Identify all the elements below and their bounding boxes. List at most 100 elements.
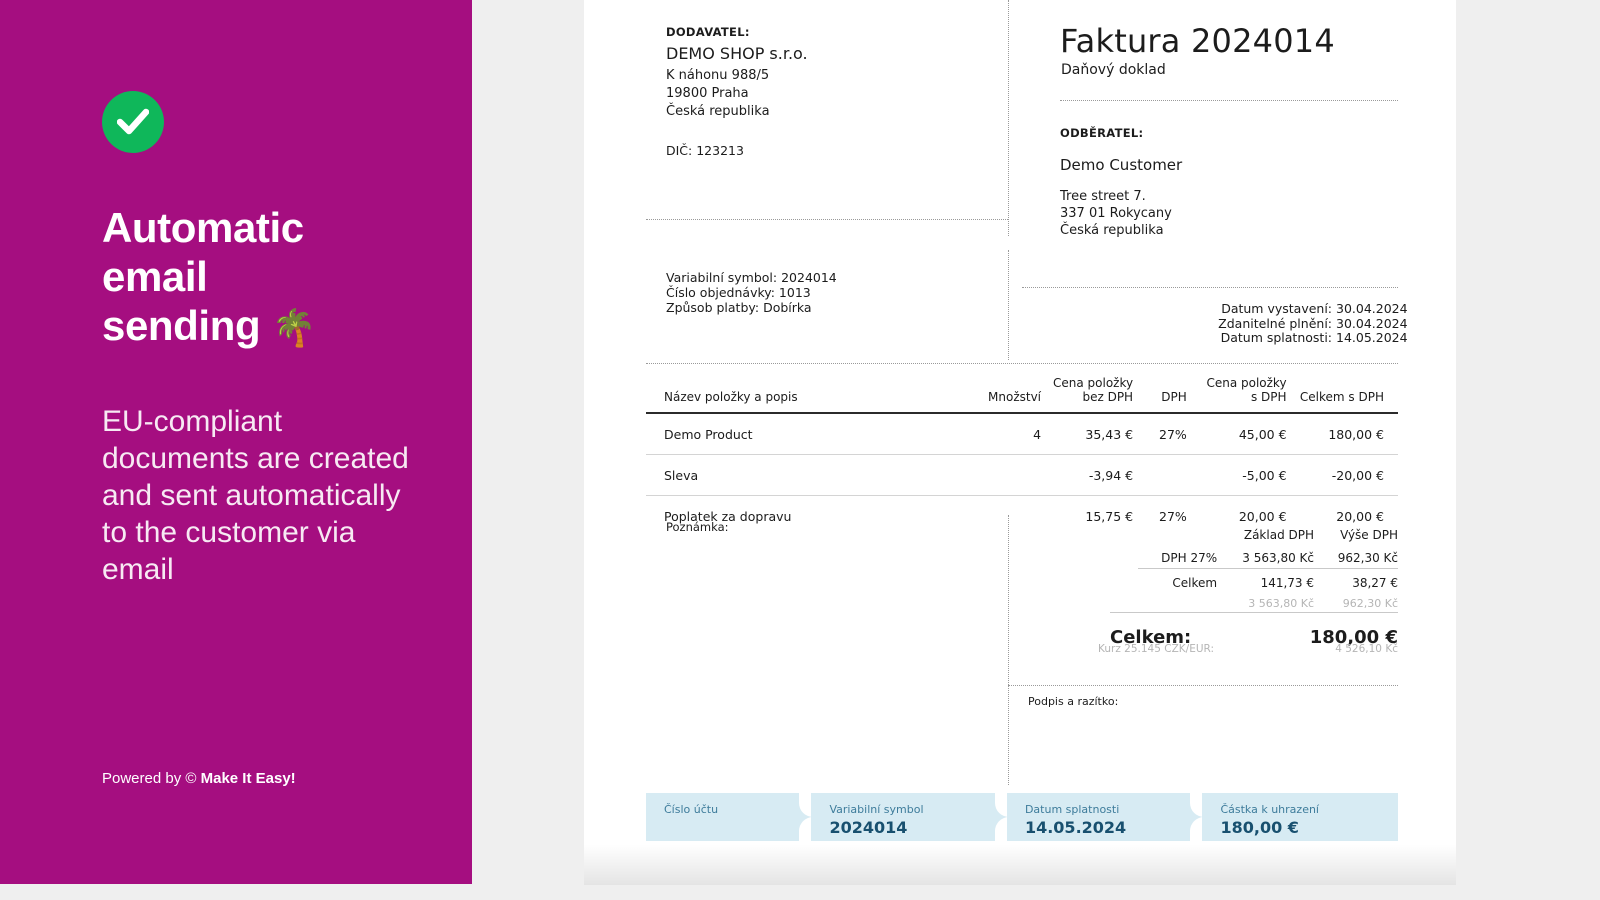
customer-city: 337 01 Rokycany [1060, 206, 1172, 221]
row-unit-net: 35,43 € [1045, 412, 1138, 455]
payment-chip-value: 2024014 [829, 818, 908, 837]
taxable-date-value: 30.04.2024 [1336, 315, 1408, 331]
vat-rate-amount: 962,30 Kč [1337, 551, 1398, 565]
invoice-subtitle: Daňový doklad [1061, 62, 1166, 78]
payment-meta-block: Variabilní symbol: 2024014 Číslo objedná… [666, 270, 837, 315]
invoice-title: Faktura 2024014 [1060, 22, 1335, 60]
vat-czk-base: 3 563,80 Kč [1248, 597, 1315, 610]
payment-chip-title: Variabilní symbol [829, 803, 924, 816]
vat-summary-header-row: Základ DPH Výše DPH [1138, 525, 1398, 548]
payment-footer-strip: Číslo účtu Variabilní symbol 2024014 Datum … [646, 793, 1398, 841]
vat-total-amount: 38,27 € [1314, 568, 1398, 593]
vat-rate-row: DPH 27% 3 563,80 Kč 962,30 Kč [1138, 548, 1398, 569]
note-label: Poznámka: [666, 520, 729, 534]
items-table: Název položky a popis Množství Cena polo… [646, 370, 1398, 536]
row-unit-net: 15,75 € [1085, 509, 1134, 524]
vat-rate-base: 3 563,80 Kč [1242, 551, 1315, 565]
exchange-rate-label: Kurz 25.145 CZK/EUR: [1098, 643, 1215, 655]
customer-country: Česká republika [1060, 223, 1164, 238]
promo-heading: Automatic email sending 🌴 [102, 203, 432, 352]
promo-footer: Powered by © Make It Easy! [102, 770, 296, 787]
row-item-name: Sleva [646, 454, 976, 496]
promo-heading-line3: sending [102, 302, 261, 349]
supplier-country: Česká republika [666, 104, 770, 119]
row-vat-rate: 27% [1137, 412, 1191, 455]
customer-block: ODBĚRATEL: Demo Customer Tree street 7. … [1060, 126, 1360, 239]
invoice-page: DODAVATEL: DEMO SHOP s.r.o. K náhonu 988… [584, 0, 1456, 872]
table-row: Sleva -3,94 € -5,00 € -20,00 € [646, 454, 1398, 496]
th-unit-net-line1: Cena položky [1053, 376, 1134, 390]
vat-col-blank [1138, 525, 1217, 548]
payment-chip-title: Číslo účtu [664, 803, 719, 816]
taxable-date-row: Zdanitelné plnění: 30.04.2024 [1218, 315, 1408, 332]
payment-chip-title: Datum splatnosti [1024, 803, 1120, 816]
vat-total-row: Celkem 141,73 € 38,27 € [1138, 568, 1398, 593]
row-unit-gross: 45,00 € [1190, 412, 1291, 455]
promo-footer-prefix: Powered by © [102, 770, 197, 787]
th-unit-gross-line1: Cena položky [1206, 376, 1287, 390]
payment-method-text: Způsob platby: Dobírka [666, 300, 812, 315]
th-item-name: Název položky a popis [664, 390, 798, 404]
checkmark-circle-icon [102, 91, 164, 153]
row-unit-gross: -5,00 € [1190, 454, 1291, 496]
supplier-label: DODAVATEL: [666, 25, 750, 39]
row-vat-rate [1137, 454, 1191, 496]
divider-above-signature [1008, 685, 1398, 686]
th-unit-net: Cena položky bez DPH [1045, 370, 1137, 413]
customer-label: ODBĚRATEL: [1060, 126, 1144, 140]
row-quantity [975, 454, 1046, 496]
vat-czk-amount: 962,30 Kč [1342, 597, 1398, 610]
vat-col-base: Základ DPH [1243, 528, 1315, 542]
exchange-rate-block: Kurz 25.145 CZK/EUR: 4 526,10 Kč [1098, 643, 1398, 655]
customer-street: Tree street 7. [1060, 189, 1146, 204]
row-quantity [976, 496, 1045, 537]
vat-total-label: Celkem [1138, 568, 1218, 593]
vat-total-base: 141,73 € [1217, 568, 1315, 593]
th-unit-gross: Cena položky s DPH [1191, 370, 1291, 413]
due-date-label: Datum splatnosti: [1220, 330, 1333, 345]
page-bottom-fade [584, 845, 1456, 885]
supplier-company: DEMO SHOP s.r.o. [666, 44, 808, 63]
taxable-date-label: Zdanitelné plnění: [1218, 315, 1333, 331]
th-total: Celkem s DPH [1299, 390, 1384, 404]
promo-heading-line3-row: sending 🌴 [102, 301, 432, 352]
payment-chip-value: 180,00 € [1220, 818, 1299, 837]
promo-footer-brand: Make It Easy! [200, 770, 296, 787]
divider-above-table [646, 363, 1398, 364]
items-table-header-row: Název položky a popis Množství Cena polo… [646, 370, 1398, 413]
due-date-value: 14.05.2024 [1336, 330, 1408, 345]
row-quantity: 4 [975, 412, 1046, 455]
supplier-street: K náhonu 988/5 [666, 68, 770, 83]
vat-col-amount: Výše DPH [1340, 528, 1398, 542]
supplier-tax-id: DIČ: 123213 [666, 143, 744, 158]
exchange-rate-value: 4 526,10 Kč [1335, 643, 1398, 655]
th-vat-rate: DPH [1161, 390, 1187, 404]
promo-body-text: EU-compliant documents are created and s… [102, 405, 409, 586]
payment-chip: Číslo účtu [646, 793, 814, 841]
th-quantity: Množství [988, 390, 1042, 404]
due-date-row: Datum splatnosti: 14.05.2024 [1218, 330, 1408, 346]
promo-heading-line2: email [102, 253, 208, 300]
divider-under-title [1060, 100, 1398, 101]
row-total: 180,00 € [1290, 412, 1398, 455]
th-unit-gross-line2: s DPH [1250, 390, 1287, 404]
customer-name: Demo Customer [1060, 156, 1183, 174]
vat-czk-row: 3 563,80 Kč 962,30 Kč [1138, 593, 1398, 613]
issue-date-label: Datum vystavení: [1221, 301, 1333, 316]
vat-summary-table: Základ DPH Výše DPH DPH 27% 3 563,80 Kč … [1138, 525, 1398, 613]
payment-chip-value: 14.05.2024 [1024, 818, 1127, 837]
vat-rate-label: DPH 27% [1161, 551, 1218, 565]
promo-heading-line1: Automatic [102, 204, 304, 251]
divider-vertical-mid [1008, 250, 1009, 360]
payment-chip: Částka k uhrazení 180,00 € [1202, 793, 1398, 841]
vat-czk-blank [1138, 593, 1217, 613]
promo-panel: Automatic email sending 🌴 EU-compliant d… [0, 0, 472, 884]
invoice-document: DODAVATEL: DEMO SHOP s.r.o. K náhonu 988… [584, 0, 1456, 872]
items-table-body: Demo Product 4 35,43 €27% 45,00 €180,00 € Sl… [646, 412, 1398, 537]
payment-chip: Datum splatnosti 14.05.2024 [1006, 793, 1205, 841]
divider-supplier-bottom [646, 219, 1008, 220]
supplier-block: DODAVATEL: DEMO SHOP s.r.o. K náhonu 988… [666, 25, 996, 158]
screen: Automatic email sending 🌴 EU-compliant d… [0, 0, 1600, 900]
divider-vertical-note [1008, 515, 1009, 785]
divider-vertical-top [1008, 0, 1009, 236]
